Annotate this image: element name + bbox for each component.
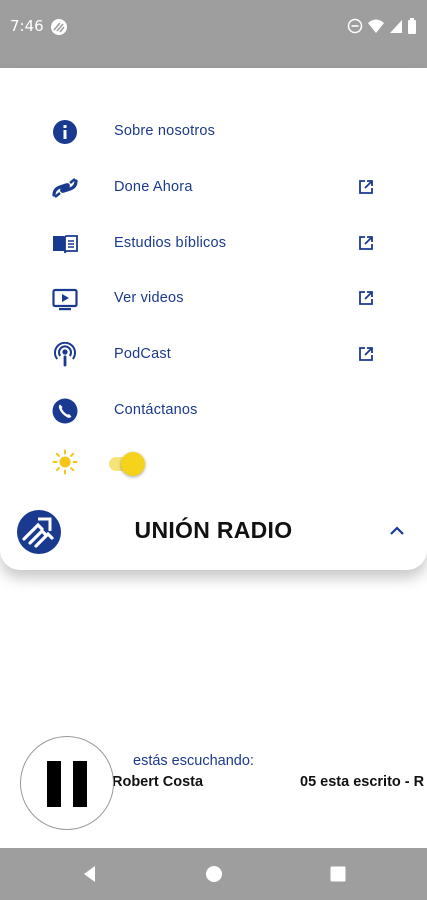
external-link-icon[interactable] <box>358 346 374 362</box>
now-playing-label: estás escuchando: <box>133 753 254 769</box>
tv-play-icon <box>52 288 78 311</box>
donate-icon <box>52 178 78 198</box>
menu-item-label: PodCast <box>114 346 172 362</box>
status-icons <box>347 18 417 34</box>
book-icon <box>53 235 78 254</box>
menu-item-label: Ver videos <box>114 290 184 306</box>
now-playing-track: 05 esta escrito - R <box>300 774 425 790</box>
battery-icon <box>408 18 416 34</box>
theme-toggle-thumb[interactable] <box>121 452 145 476</box>
system-nav-bar <box>0 848 427 900</box>
do-not-disturb-icon <box>347 18 363 34</box>
app-notification-icon <box>51 19 67 35</box>
menu-item-label: Done Ahora <box>114 179 193 195</box>
menu-item-ver-videos[interactable]: Ver videos <box>0 274 427 322</box>
phone-icon <box>52 398 78 424</box>
sun-icon <box>52 449 78 475</box>
pause-button[interactable] <box>20 736 114 830</box>
menu-item-contactanos[interactable]: Contáctanos <box>0 386 427 434</box>
external-link-icon[interactable] <box>358 235 374 251</box>
menu-item-sobre-nosotros[interactable]: Sobre nosotros <box>0 107 427 155</box>
recents-icon[interactable] <box>326 862 350 886</box>
external-link-icon[interactable] <box>358 290 374 306</box>
navigation-drawer: Sobre nosotros Done Ahora Estudios bíbli… <box>0 68 427 570</box>
now-playing-bar: estás escuchando: Robert Costa 05 esta e… <box>0 730 427 840</box>
home-icon[interactable] <box>202 862 226 886</box>
status-bar: 7:46 <box>0 0 427 56</box>
menu-item-done-ahora[interactable]: Done Ahora <box>0 163 427 211</box>
pause-icon <box>47 761 61 807</box>
external-link-icon[interactable] <box>358 179 374 195</box>
scrim <box>0 56 427 68</box>
menu-item-label: Estudios bíblicos <box>114 235 227 251</box>
back-icon[interactable] <box>78 862 102 886</box>
menu-item-podcast[interactable]: PodCast <box>0 330 427 378</box>
menu-item-estudios-biblicos[interactable]: Estudios bíblicos <box>0 219 427 267</box>
now-playing-artist: Robert Costa <box>112 774 204 790</box>
brand-title: UNIÓN RADIO <box>134 517 293 543</box>
pause-icon <box>73 761 87 807</box>
podcast-icon <box>54 342 76 367</box>
chevron-up-icon[interactable] <box>388 524 406 538</box>
wifi-icon <box>368 19 384 33</box>
menu-item-label: Contáctanos <box>114 402 198 418</box>
status-time: 7:46 <box>10 17 44 35</box>
menu-item-label: Sobre nosotros <box>114 123 216 139</box>
info-icon <box>53 120 77 144</box>
signal-icon <box>390 20 402 33</box>
